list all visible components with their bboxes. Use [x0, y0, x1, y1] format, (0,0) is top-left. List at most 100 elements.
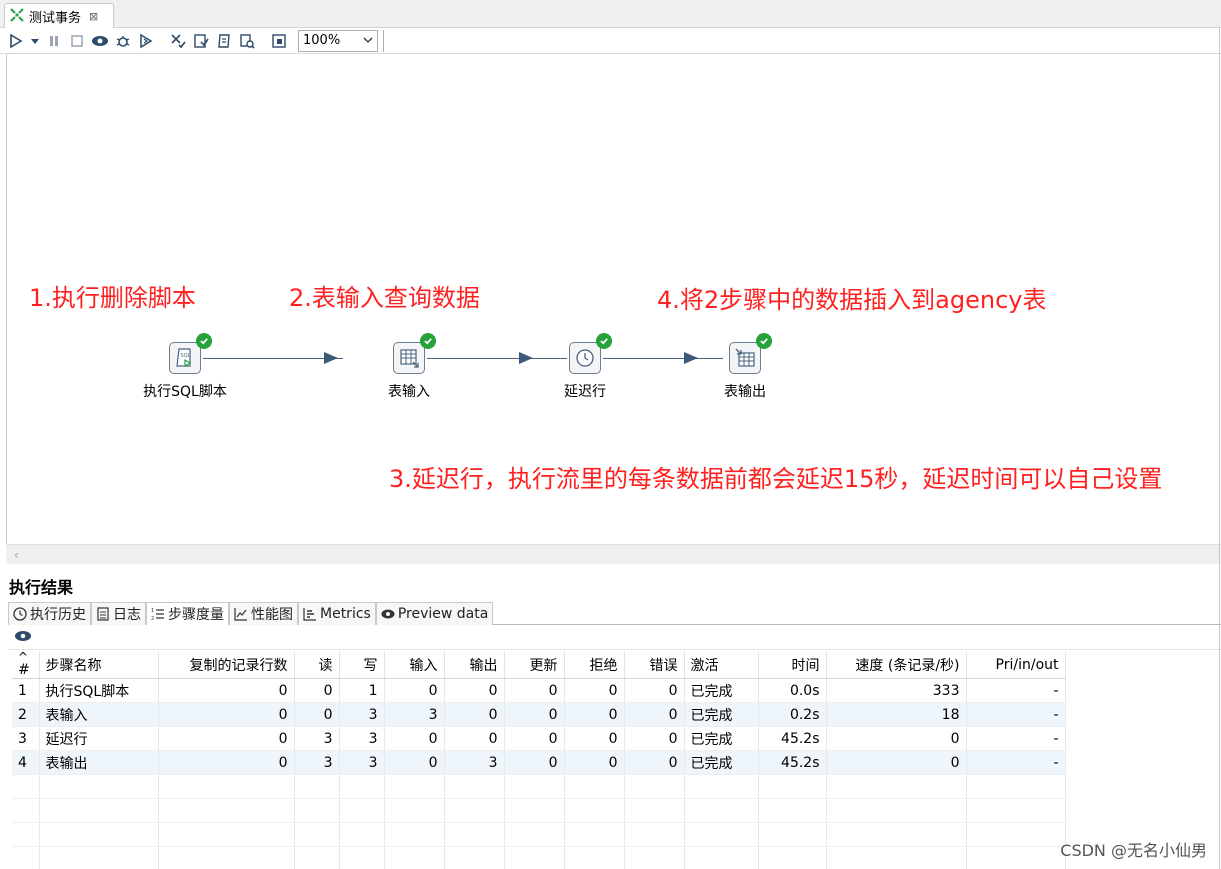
tab-step-metrics[interactable]: 12 步骤度量 — [146, 602, 229, 625]
table-cell: 已完成 — [684, 726, 759, 751]
annotation-step1[interactable]: 1.执行删除脚本 — [29, 278, 196, 313]
tab-label: 日志 — [113, 607, 141, 623]
column-header[interactable]: 读 — [294, 652, 340, 679]
canvas-horizontal-scrollbar[interactable]: ‹ — [6, 544, 1221, 564]
replay-icon[interactable] — [136, 31, 156, 51]
table-cell: 3 — [12, 726, 40, 751]
empty-cell — [384, 846, 445, 869]
analyze-impact-icon[interactable] — [191, 31, 211, 51]
table-cell: 0 — [384, 678, 445, 703]
verify-icon[interactable] — [168, 31, 188, 51]
empty-cell — [826, 798, 967, 823]
empty-cell — [444, 846, 505, 869]
empty-cell — [624, 846, 685, 869]
empty-cell — [826, 774, 967, 799]
step-table-input[interactable]: 表输入 — [359, 333, 459, 401]
column-header[interactable]: Pri/in/out — [966, 652, 1066, 679]
toolbar: 100% — [0, 28, 1221, 54]
column-header[interactable]: 写 — [339, 652, 385, 679]
annotation-step3[interactable]: 3.延迟行，执行流里的每条数据前都会延迟15秒，延迟时间可以自己设置 — [389, 459, 1162, 494]
annotation-step4[interactable]: 4.将2步骤中的数据插入到agency表 — [657, 280, 1046, 315]
empty-cell — [504, 774, 565, 799]
tab-execution-history[interactable]: 执行历史 — [8, 602, 91, 625]
empty-cell — [39, 774, 159, 799]
column-header[interactable]: 输入 — [384, 652, 445, 679]
empty-cell — [384, 774, 445, 799]
explore-db-icon[interactable] — [237, 31, 257, 51]
stop-icon[interactable] — [67, 31, 87, 51]
table-row[interactable]: 1 执行SQL脚本 0 0 1 0 0 0 0 0 已完成 0.0s 333- — [12, 678, 1066, 703]
empty-cell — [339, 774, 385, 799]
column-header[interactable]: 速度 (条记录/秒) — [826, 652, 967, 679]
zoom-select[interactable]: 100% — [298, 29, 378, 52]
tab-metrics[interactable]: Metrics — [298, 602, 376, 625]
debug-icon[interactable] — [113, 31, 133, 51]
empty-cell — [294, 774, 340, 799]
table-cell: 0 — [444, 678, 505, 703]
empty-cell — [294, 798, 340, 823]
column-header[interactable]: 输出 — [444, 652, 505, 679]
annotation-step2[interactable]: 2.表输入查询数据 — [289, 278, 480, 313]
table-cell: 0 — [504, 726, 565, 751]
tab-transformation[interactable]: 测试事务 ⊠ — [4, 3, 114, 29]
transformation-canvas[interactable]: 1.执行删除脚本 2.表输入查询数据 4.将2步骤中的数据插入到agency表 … — [6, 54, 1221, 544]
table-cell: - — [966, 726, 1066, 751]
table-cell: 已完成 — [684, 678, 759, 703]
table-cell: 2 — [12, 702, 40, 727]
column-header[interactable]: 错误 — [624, 652, 685, 679]
table-cell: 3 — [294, 750, 340, 775]
run-dropdown-icon[interactable] — [29, 31, 41, 51]
column-header[interactable]: ^ # — [12, 651, 40, 679]
column-header[interactable]: 步骤名称 — [39, 652, 159, 679]
column-header[interactable]: 拒绝 — [564, 652, 625, 679]
table-cell: 3 — [339, 750, 385, 775]
tab-preview-data[interactable]: Preview data — [375, 602, 494, 625]
empty-cell — [339, 846, 385, 869]
table-cell: 0 — [624, 726, 685, 751]
table-cell: 0 — [294, 678, 340, 703]
table-row[interactable]: 4 表输出 0 3 3 0 3 0 0 0 已完成 45.2s 0- — [12, 750, 1066, 775]
table-cell: 已完成 — [684, 702, 759, 727]
table-cell: 4 — [12, 750, 40, 775]
run-icon[interactable] — [6, 31, 26, 51]
empty-cell — [966, 846, 1066, 869]
hop-1-arrow — [324, 352, 338, 364]
preview-icon[interactable] — [90, 31, 110, 51]
table-input-icon — [393, 333, 436, 374]
table-row[interactable]: 2 表输入 0 0 3 3 0 0 0 0 已完成 0.2s 18- — [12, 702, 1066, 727]
tab-log[interactable]: 日志 — [91, 602, 146, 625]
step-metrics-table: ^ # 步骤名称 复制的记录行数 读 写 输入 输出 更新 拒绝 错误 激活 时间… — [12, 651, 1066, 869]
table-cell: 3 — [339, 702, 385, 727]
empty-cell — [826, 822, 967, 847]
empty-cell — [504, 822, 565, 847]
table-cell: 333 — [826, 678, 967, 703]
empty-cell — [12, 822, 40, 847]
eye-icon — [381, 607, 395, 621]
show-active-steps-icon[interactable] — [14, 629, 32, 647]
table-cell: 0 — [384, 750, 445, 775]
tab-performance-graph[interactable]: 性能图 — [229, 602, 298, 625]
table-cell: 延迟行 — [39, 726, 159, 751]
sql-icon[interactable] — [214, 31, 234, 51]
column-header[interactable]: 激活 — [684, 652, 759, 679]
step-table-output[interactable]: 表输出 — [695, 333, 795, 401]
table-cell: 0 — [504, 750, 565, 775]
pause-icon[interactable] — [44, 31, 64, 51]
column-header[interactable]: 更新 — [504, 652, 565, 679]
table-cell: - — [966, 702, 1066, 727]
table-cell: 表输入 — [39, 702, 159, 727]
svg-text:SQL: SQL — [181, 353, 191, 359]
tab-title: 测试事务 — [29, 11, 82, 26]
column-header[interactable]: 复制的记录行数 — [158, 652, 295, 679]
scroll-left-icon[interactable]: ‹ — [14, 548, 19, 562]
close-tab-icon[interactable]: ⊠ — [89, 10, 98, 23]
table-row[interactable]: 3 延迟行 0 3 3 0 0 0 0 0 已完成 45.2s 0- — [12, 726, 1066, 751]
layout-icon[interactable] — [269, 31, 289, 51]
step-label: 表输出 — [724, 384, 766, 400]
table-cell: 0 — [158, 726, 295, 751]
column-header[interactable]: 时间 — [758, 652, 827, 679]
hop-2-arrow — [519, 352, 533, 364]
step-delay-row[interactable]: 延迟行 — [535, 333, 635, 401]
log-icon — [96, 607, 110, 621]
step-execute-sql[interactable]: SQL 执行SQL脚本 — [135, 333, 235, 401]
